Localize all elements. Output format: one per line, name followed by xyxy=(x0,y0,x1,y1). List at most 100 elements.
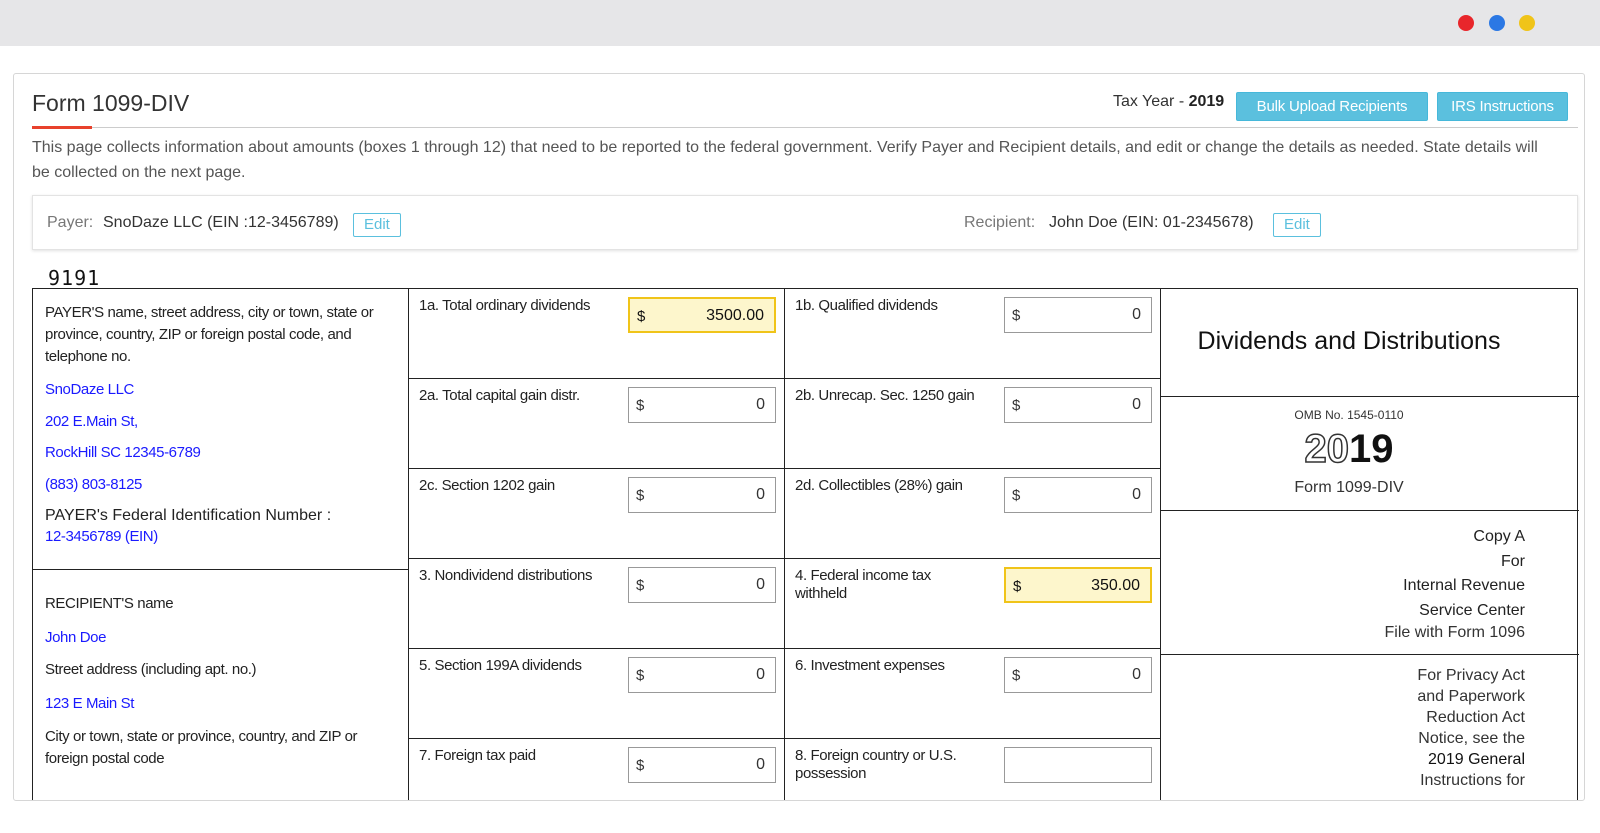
currency-symbol: $ xyxy=(1012,487,1021,504)
privacy-line: Notice, see the xyxy=(1418,730,1525,747)
currency-symbol: $ xyxy=(636,667,645,684)
box-7-cell: 7. Foreign tax paid $0 xyxy=(409,739,785,800)
box-6-cell: 6. Investment expenses $0 xyxy=(785,649,1161,739)
recipient-heading: RECIPIENT'S name xyxy=(45,595,174,612)
currency-symbol: $ xyxy=(636,757,645,774)
box-5-input[interactable]: $0 xyxy=(628,657,776,693)
copy-line: Service Center xyxy=(1419,601,1525,619)
payer-name: SnoDaze LLC xyxy=(45,381,134,398)
payer-phone: (883) 803-8125 xyxy=(45,476,142,493)
tax-year-label: Tax Year - xyxy=(1113,93,1189,110)
payer-city: RockHill SC 12345-6789 xyxy=(45,444,201,461)
payer-value: SnoDaze LLC (EIN :12-3456789) xyxy=(103,214,339,231)
box-2b-input[interactable]: $0 xyxy=(1004,387,1152,423)
side-title: Dividends and Distributions xyxy=(1197,327,1501,355)
currency-symbol: $ xyxy=(636,577,645,594)
box-2d-value: 0 xyxy=(1132,486,1141,503)
payer-label: Payer: xyxy=(47,214,94,231)
payer-fin-value: 12-3456789 (EIN) xyxy=(45,528,158,545)
privacy-line: For Privacy Act xyxy=(1417,667,1525,684)
blue-dot-icon xyxy=(1489,15,1505,31)
omb-cell: OMB No. 1545-0110 2019 Form 1099-DIV xyxy=(1161,397,1579,511)
box-2a-label: 2a. Total capital gain distr. xyxy=(419,387,580,404)
recipient-label: Recipient: xyxy=(964,214,1036,231)
box-2d-input[interactable]: $0 xyxy=(1004,477,1152,513)
currency-symbol: $ xyxy=(637,308,646,325)
box-5-label: 5. Section 199A dividends xyxy=(419,657,582,674)
year-bold: 19 xyxy=(1349,427,1394,471)
box-4-value: 350.00 xyxy=(1091,577,1140,594)
privacy-block: For Privacy Act and Paperwork Reduction … xyxy=(1161,665,1525,791)
box-4-input[interactable]: $350.00 xyxy=(1004,567,1152,603)
box-4-cell: 4. Federal income tax withheld $350.00 xyxy=(785,559,1161,649)
box-7-input[interactable]: $0 xyxy=(628,747,776,783)
box-1b-label: 1b. Qualified dividends xyxy=(795,297,938,314)
box-1b-value: 0 xyxy=(1132,306,1141,323)
privacy-cell: For Privacy Act and Paperwork Reduction … xyxy=(1161,655,1579,800)
box-2b-value: 0 xyxy=(1132,396,1141,413)
red-dot-icon xyxy=(1458,15,1474,31)
payer-recipient-bar: Payer: SnoDaze LLC (EIN :12-3456789) Edi… xyxy=(32,195,1578,250)
currency-symbol: $ xyxy=(1012,307,1021,324)
recipient-name: John Doe xyxy=(45,629,107,646)
box-5-cell: 5. Section 199A dividends $0 xyxy=(409,649,785,739)
tax-year-value: 2019 xyxy=(1188,93,1225,110)
year-outline: 20 xyxy=(1304,426,1350,472)
copy-line: Internal Revenue xyxy=(1403,577,1525,594)
title-underline xyxy=(32,126,92,129)
box-2c-cell: 2c. Section 1202 gain $0 xyxy=(409,469,785,559)
box-1a-label: 1a. Total ordinary dividends xyxy=(419,297,591,314)
box-2b-cell: 2b. Unrecap. Sec. 1250 gain $0 xyxy=(785,379,1161,469)
box-3-value: 0 xyxy=(756,576,765,593)
copy-line: File with Form 1096 xyxy=(1384,624,1526,641)
street-heading: Street address (including apt. no.) xyxy=(45,661,257,678)
copy-a-block: Copy A For Internal Revenue Service Cent… xyxy=(1161,525,1526,643)
currency-symbol: $ xyxy=(1013,578,1022,595)
box-6-value: 0 xyxy=(1132,666,1141,683)
box-7-label: 7. Foreign tax paid xyxy=(419,747,536,764)
box-1b-input[interactable]: $0 xyxy=(1004,297,1152,333)
box-4-label: 4. Federal income tax withheld xyxy=(795,567,931,602)
box-3-input[interactable]: $0 xyxy=(628,567,776,603)
currency-symbol: $ xyxy=(636,397,645,414)
box-2b-label: 2b. Unrecap. Sec. 1250 gain xyxy=(795,387,975,404)
edit-recipient-button[interactable]: Edit xyxy=(1273,213,1321,237)
box-3-label: 3. Nondividend distributions xyxy=(419,567,593,584)
edit-payer-button[interactable]: Edit xyxy=(353,213,401,237)
form-year: 2019 xyxy=(1161,426,1537,472)
box-2a-cell: 2a. Total capital gain distr. $0 xyxy=(409,379,785,469)
copy-a-cell: Copy A For Internal Revenue Service Cent… xyxy=(1161,511,1579,655)
browser-top-bar xyxy=(0,0,1600,46)
box-8-input[interactable] xyxy=(1004,747,1152,783)
box-2c-input[interactable]: $0 xyxy=(628,477,776,513)
bulk-upload-recipients-button[interactable]: Bulk Upload Recipients xyxy=(1236,92,1428,121)
box-2a-input[interactable]: $0 xyxy=(628,387,776,423)
box-1a-value: 3500.00 xyxy=(706,307,764,324)
privacy-line: Reduction Act xyxy=(1426,709,1525,726)
irs-instructions-button[interactable]: IRS Instructions xyxy=(1437,92,1568,121)
box-8-label: 8. Foreign country or U.S. possession xyxy=(795,747,957,782)
form-number: 9191 xyxy=(48,266,101,290)
box-1b-cell: 1b. Qualified dividends $0 xyxy=(785,289,1161,379)
payer-info-cell: PAYER'S name, street address, city or to… xyxy=(33,289,409,570)
header-divider xyxy=(92,127,1578,128)
side-form-name: Form 1099-DIV xyxy=(1294,479,1404,496)
recipient-info-cell: RECIPIENT'S name John Doe Street address… xyxy=(33,570,409,800)
city-heading: City or town, state or province, country… xyxy=(45,728,358,767)
box-3-cell: 3. Nondividend distributions $0 xyxy=(409,559,785,649)
box-2d-label: 2d. Collectibles (28%) gain xyxy=(795,477,963,494)
copy-line: For xyxy=(1501,552,1525,570)
box-1a-input[interactable]: $3500.00 xyxy=(628,297,776,333)
page-description: This page collects information about amo… xyxy=(32,139,1538,181)
page-title: Form 1099-DIV xyxy=(32,90,190,116)
recipient-street: 123 E Main St xyxy=(45,695,135,712)
payer-heading: PAYER'S name, street address, city or to… xyxy=(45,304,374,365)
privacy-line: 2019 General xyxy=(1428,751,1525,768)
omb-number: OMB No. 1545-0110 xyxy=(1294,408,1404,422)
currency-symbol: $ xyxy=(1012,667,1021,684)
box-6-input[interactable]: $0 xyxy=(1004,657,1152,693)
tax-year: Tax Year - 2019 xyxy=(1113,93,1224,111)
form-title-cell: Dividends and Distributions xyxy=(1161,289,1579,397)
box-5-value: 0 xyxy=(756,666,765,683)
currency-symbol: $ xyxy=(1012,397,1021,414)
